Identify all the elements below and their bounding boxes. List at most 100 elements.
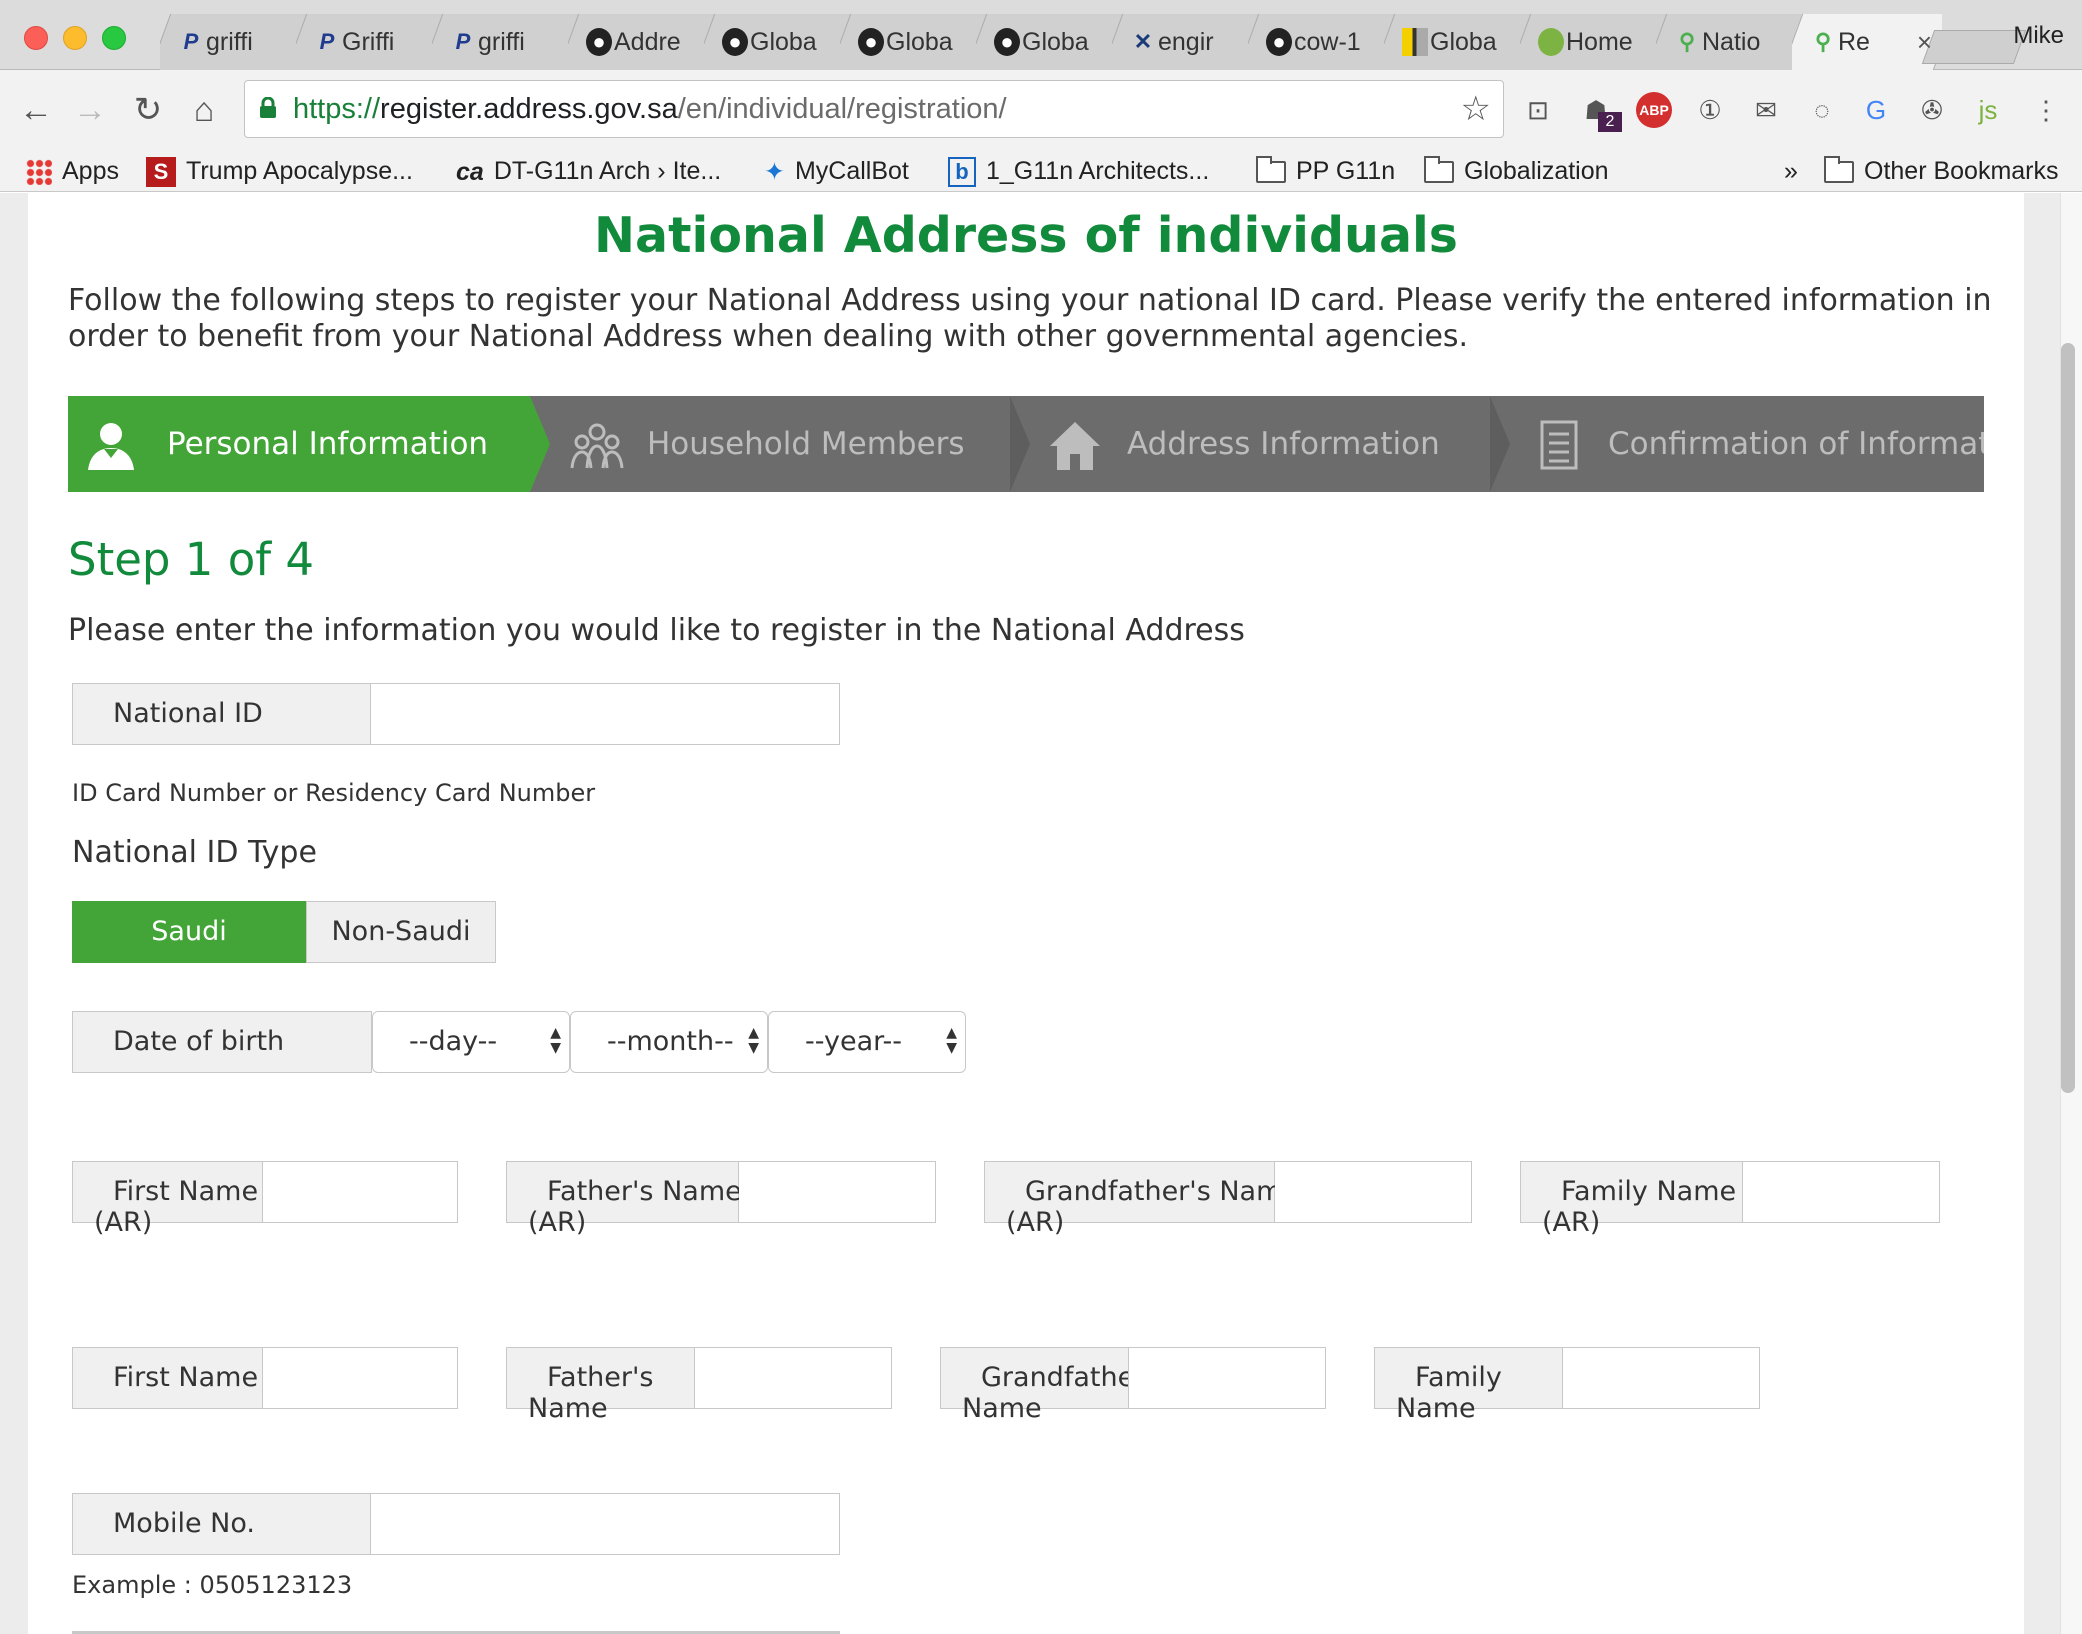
group-icon	[570, 423, 624, 469]
url-path: /en/individual/registration/	[677, 93, 1007, 125]
first-name-input[interactable]	[263, 1348, 457, 1408]
step-household-members[interactable]: Household Members	[550, 396, 1010, 492]
back-arrow-icon[interactable]: ←	[16, 88, 56, 132]
select-arrows-icon: ▲ ▼	[946, 1025, 957, 1056]
document-icon	[1540, 420, 1578, 470]
s-logo-icon: S	[146, 157, 176, 188]
forward-arrow-icon[interactable]: →	[70, 88, 110, 132]
apps-grid-icon	[26, 159, 52, 186]
mobile-input[interactable]	[371, 1494, 839, 1554]
folder-icon	[1256, 156, 1286, 184]
dob-label: Date of birth	[73, 1012, 371, 1072]
browser-tab-active[interactable]: ⚲ Re ×	[1792, 14, 1942, 70]
github-icon: ●	[994, 28, 1020, 56]
bot-icon: ✦	[764, 158, 785, 187]
browser-tab[interactable]: ● Globa	[840, 14, 990, 70]
id-type-saudi-button[interactable]: Saudi	[72, 901, 306, 963]
browser-tab[interactable]: Pgriffi	[432, 14, 582, 70]
paypal-icon: P	[319, 29, 335, 54]
reload-icon[interactable]: ↻	[128, 88, 168, 132]
browser-tab[interactable]: ● Addre	[568, 14, 718, 70]
bookmark-star-icon[interactable]: ☆	[1461, 81, 1491, 137]
page-content: National Address of individuals Follow t…	[0, 193, 2082, 1634]
address-bar[interactable]: https://register.address.gov.sa/en/indiv…	[244, 80, 1504, 138]
grandfather-name-ar-input[interactable]	[1275, 1162, 1471, 1222]
bookmark-folder[interactable]: Globalization	[1424, 150, 1609, 192]
bookmark-item[interactable]: S Trump Apocalypse...	[146, 150, 413, 192]
browser-tab[interactable]: ● cow-1	[1248, 14, 1398, 70]
browser-tab[interactable]: Pgriffi	[160, 14, 310, 70]
family-name-input[interactable]	[1563, 1348, 1759, 1408]
github-icon: ●	[858, 28, 884, 56]
browser-tab[interactable]: Globa	[1384, 14, 1534, 70]
json-viewer-icon[interactable]: ◌	[1804, 92, 1840, 128]
first-name-field: First Name	[72, 1347, 458, 1409]
step-heading: Step 1 of 4	[68, 533, 315, 586]
cast-icon[interactable]: ⊡	[1520, 92, 1556, 128]
bookmark-apps[interactable]: Apps	[26, 150, 119, 192]
bookmark-folder[interactable]: PP G11n	[1256, 150, 1395, 192]
profile-name[interactable]: Mike	[2013, 22, 2064, 50]
dob-year-select[interactable]: --year-- ▲ ▼	[768, 1011, 966, 1073]
bookmark-item[interactable]: ✦ MyCallBot	[764, 150, 909, 192]
film-reel-icon[interactable]: ✇	[1914, 92, 1950, 128]
father-name-ar-suffix: (AR)	[528, 1207, 587, 1238]
dob-month-select[interactable]: --month-- ▲ ▼	[570, 1011, 768, 1073]
browser-tab[interactable]: ● Globa	[976, 14, 1126, 70]
page-title: National Address of individuals	[594, 207, 1458, 264]
maximize-window-button[interactable]	[102, 26, 126, 50]
bookmark-item[interactable]: ca DT-G11n Arch › Ite...	[456, 150, 721, 192]
url-host: register.address.gov.sa	[380, 93, 678, 125]
other-bookmarks[interactable]: Other Bookmarks	[1824, 150, 2059, 192]
browser-tab[interactable]: ⚲ Natio	[1656, 14, 1806, 70]
select-arrows-icon: ▲ ▼	[550, 1025, 561, 1056]
father-name-label-line2: Name	[528, 1393, 608, 1424]
step-instructions: Please enter the information you would l…	[68, 613, 1245, 648]
mobile-example: Example : 0505123123	[72, 1571, 353, 1599]
translate-icon[interactable]: G	[1858, 92, 1894, 128]
step-separator	[530, 396, 550, 492]
house-icon	[1050, 422, 1100, 470]
family-name-ar-input[interactable]	[1743, 1162, 1939, 1222]
mail-icon[interactable]: ✉	[1748, 92, 1784, 128]
first-name-ar-input[interactable]	[263, 1162, 457, 1222]
map-pin-icon: ⚲	[1678, 29, 1696, 54]
browser-tab[interactable]: P Griffi	[296, 14, 446, 70]
family-name-ar-suffix: (AR)	[1542, 1207, 1601, 1238]
browser-tab[interactable]: ✕ engir	[1112, 14, 1262, 70]
step-confirmation-of-information[interactable]: Confirmation of Information	[1510, 396, 1984, 492]
first-name-ar-suffix: (AR)	[94, 1207, 153, 1238]
lock-icon	[260, 97, 276, 118]
bookmark-item[interactable]: b 1_G11n Architects...	[948, 150, 1209, 192]
step-address-information[interactable]: Address Information	[1030, 396, 1490, 492]
tab-strip: Pgriffi P Griffi Pgriffi ● Addre ● Globa ● G…	[0, 0, 2082, 70]
father-name-input[interactable]	[695, 1348, 891, 1408]
step-separator	[1490, 396, 1510, 492]
father-name-ar-input[interactable]	[739, 1162, 935, 1222]
adblock-icon[interactable]: ABP	[1636, 92, 1672, 128]
select-arrows-icon: ▲ ▼	[748, 1025, 759, 1056]
onepassword-icon[interactable]: ①	[1692, 92, 1728, 128]
close-window-button[interactable]	[24, 26, 48, 50]
id-type-non-saudi-button[interactable]: Non-Saudi	[306, 901, 496, 963]
scrollbar-thumb[interactable]	[2061, 343, 2075, 1093]
bookmarks-overflow-button[interactable]: »	[1784, 150, 1798, 192]
minimize-window-button[interactable]	[63, 26, 87, 50]
dob-day-select[interactable]: --day-- ▲ ▼	[372, 1011, 570, 1073]
new-tab-button[interactable]	[1921, 30, 2027, 64]
national-id-input[interactable]	[371, 684, 839, 744]
home-icon[interactable]: ⌂	[184, 88, 224, 132]
national-id-field: National ID	[72, 683, 840, 745]
close-tab-icon[interactable]: ×	[1917, 14, 1932, 70]
js-icon[interactable]: js	[1970, 92, 2006, 128]
browser-tab[interactable]: Home	[1520, 14, 1670, 70]
bookmarks-bar: Apps S Trump Apocalypse... ca DT-G11n Arch…	[0, 150, 2082, 192]
grandfather-name-input[interactable]	[1129, 1348, 1325, 1408]
mobile-field: Mobile No.	[72, 1493, 840, 1555]
browser-toolbar: ← → ↻ ⌂ https://register.address.gov.sa/…	[0, 70, 2082, 152]
step-personal-information[interactable]: Personal Information	[68, 396, 530, 492]
step-separator	[1010, 396, 1030, 492]
menu-dots-icon[interactable]: ⋮	[2028, 92, 2064, 128]
browser-tab[interactable]: ● Globa	[704, 14, 854, 70]
folder-icon	[1824, 156, 1854, 184]
